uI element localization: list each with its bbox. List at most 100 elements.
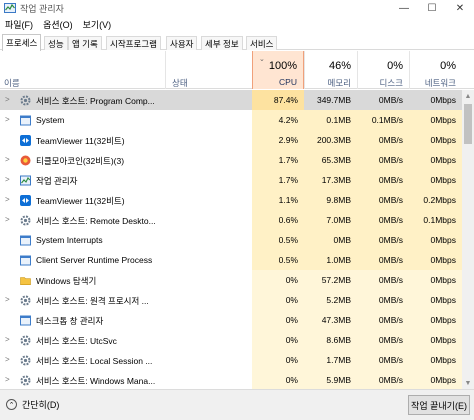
process-cpu: 87.4% [252, 90, 304, 110]
process-name: 서비스 호스트: 원격 프로시저 ... [36, 296, 149, 306]
process-row[interactable]: > 서비스 호스트: Windows Mana... 0% 5.9MB 0MB/s 0Mb… [0, 370, 462, 389]
vertical-scrollbar[interactable]: ▲ ▼ [462, 90, 474, 389]
expand-chevron-icon[interactable]: > [5, 175, 13, 185]
process-memory: 57.2MB [304, 270, 357, 290]
task-manager-icon [20, 175, 31, 186]
process-network: 0.1Mbps [409, 210, 462, 230]
expand-chevron-icon[interactable]: > [5, 195, 13, 205]
process-name: Windows 탐색기 [36, 276, 97, 286]
tab-services[interactable]: 서비스 [246, 36, 278, 50]
process-row[interactable]: TeamViewer 11(32비트) 2.9% 200.3MB 0MB/s 0Mbps [0, 130, 462, 150]
network-total: 0% [440, 60, 456, 72]
process-row[interactable]: System Interrupts 0.5% 0MB 0MB/s 0Mbps [0, 230, 462, 250]
process-row[interactable]: > 티클모아코인(32비트)(3) 1.7% 65.3MB 0MB/s 0Mbps [0, 150, 462, 170]
process-cpu: 0.6% [252, 210, 304, 230]
process-memory: 47.3MB [304, 310, 357, 330]
expand-chevron-icon[interactable]: > [5, 115, 13, 125]
process-memory: 349.7MB [316, 95, 351, 105]
process-row[interactable]: > 서비스 호스트: Program Comp... 87.4% 349.7MB 0MB… [0, 90, 462, 110]
expand-chevron-icon[interactable]: > [5, 95, 13, 105]
process-name: Client Server Runtime Process [36, 255, 153, 265]
expand-chevron-icon[interactable]: > [5, 335, 13, 345]
menu-file[interactable]: 파일(F) [0, 18, 38, 31]
process-row[interactable]: Client Server Runtime Process 0.5% 1.0MB 0M… [0, 250, 462, 270]
tab-details[interactable]: 세부 정보 [201, 36, 243, 50]
process-disk: 0MB/s [357, 190, 409, 210]
expand-chevron-icon[interactable]: > [5, 355, 13, 365]
process-name: 티클모아코인(32비트)(3) [36, 156, 125, 166]
menu-view[interactable]: 보기(V) [78, 18, 117, 31]
process-network: 0.2Mbps [409, 190, 462, 210]
close-button[interactable]: ✕ [446, 0, 474, 16]
process-memory: 0.1MB [304, 110, 357, 130]
scroll-thumb[interactable] [464, 104, 472, 144]
expand-chevron-icon[interactable]: > [5, 295, 13, 305]
window-title: 작업 관리자 [20, 3, 64, 14]
process-memory: 5.2MB [304, 290, 357, 310]
tab-performance[interactable]: 성능 [44, 36, 68, 50]
fewer-details-label: 간단히(D) [22, 400, 60, 410]
tab-app-history[interactable]: 앱 기록 [68, 36, 102, 50]
process-network: 0Mbps [409, 250, 462, 270]
menu-options[interactable]: 옵션(O) [38, 18, 78, 31]
disk-label: 디스크 [379, 78, 403, 88]
teamviewer-icon [20, 195, 31, 206]
process-row[interactable]: Windows 탐색기 0% 57.2MB 0MB/s 0Mbps [0, 270, 462, 290]
process-row[interactable]: 데스크톱 창 관리자 0% 47.3MB 0MB/s 0Mbps [0, 310, 462, 330]
expand-chevron-icon[interactable]: > [5, 375, 13, 385]
process-row[interactable]: > TeamViewer 11(32비트) 1.1% 9.8MB 0MB/s 0.2Mbp… [0, 190, 462, 210]
process-row[interactable]: > 서비스 호스트: UtcSvc 0% 8.6MB 0MB/s 0Mbps [0, 330, 462, 350]
cpu-label: CPU [279, 77, 297, 87]
process-name: 작업 관리자 [36, 176, 78, 186]
process-row[interactable]: > 서비스 호스트: 원격 프로시저 ... 0% 5.2MB 0MB/s 0Mbps [0, 290, 462, 310]
column-network[interactable]: 0% 네트워크 [409, 51, 462, 89]
process-memory: 5.9MB [304, 370, 357, 389]
tab-startup[interactable]: 시작프로그램 [106, 36, 161, 50]
process-cpu: 1.7% [252, 170, 304, 190]
process-row[interactable]: > 서비스 호스트: Local Session ... 0% 1.7MB 0MB/s 0… [0, 350, 462, 370]
title-bar: 작업 관리자 — ☐ ✕ [0, 0, 474, 16]
tab-processes[interactable]: 프로세스 [2, 34, 42, 51]
process-disk: 0MB/s [378, 95, 403, 105]
end-task-button[interactable]: 작업 끝내기(E) [408, 395, 470, 415]
fewer-details-button[interactable]: ⌃ 간단히(D) [6, 398, 59, 411]
process-memory: 0MB [304, 230, 357, 250]
process-name: System Interrupts [36, 235, 103, 245]
expand-chevron-icon[interactable]: > [5, 215, 13, 225]
process-row[interactable]: > System 4.2% 0.1MB 0.1MB/s 0Mbps [0, 110, 462, 130]
app-icon [20, 155, 31, 166]
process-cpu: 1.7% [252, 150, 304, 170]
process-disk: 0MB/s [357, 230, 409, 250]
process-disk: 0MB/s [357, 310, 409, 330]
disk-total: 0% [387, 60, 403, 72]
window-icon [20, 115, 31, 126]
maximize-button[interactable]: ☐ [418, 0, 446, 16]
process-network: 0Mbps [409, 110, 462, 130]
process-network: 0Mbps [430, 95, 456, 105]
scroll-down-icon[interactable]: ▼ [462, 377, 474, 389]
process-network: 0Mbps [409, 330, 462, 350]
column-memory[interactable]: 46% 메모리 [304, 51, 357, 89]
process-network: 0Mbps [409, 170, 462, 190]
column-status[interactable]: 상태 [165, 51, 252, 89]
column-disk[interactable]: 0% 디스크 [357, 51, 409, 89]
process-name: 서비스 호스트: UtcSvc [36, 336, 117, 346]
process-cpu: 0.5% [252, 250, 304, 270]
expand-chevron-icon[interactable]: > [5, 155, 13, 165]
process-disk: 0MB/s [357, 330, 409, 350]
process-row[interactable]: > 작업 관리자 1.7% 17.3MB 0MB/s 0Mbps [0, 170, 462, 190]
tab-users[interactable]: 사용자 [166, 36, 198, 50]
teamviewer-icon [20, 135, 31, 146]
scroll-up-icon[interactable]: ▲ [462, 90, 474, 102]
process-name: 서비스 호스트: Remote Deskto... [36, 216, 156, 226]
process-network: 0Mbps [409, 370, 462, 389]
process-row[interactable]: > 서비스 호스트: Remote Deskto... 0.6% 7.0MB 0MB/s… [0, 210, 462, 230]
column-cpu[interactable]: ⌄ 100% CPU [252, 51, 304, 89]
minimize-button[interactable]: — [390, 0, 418, 16]
process-network: 0Mbps [409, 130, 462, 150]
process-disk: 0MB/s [357, 130, 409, 150]
column-name[interactable]: 이름 [0, 51, 165, 89]
chevron-up-icon: ⌃ [6, 399, 17, 410]
sort-down-icon: ⌄ [259, 56, 265, 63]
window-icon [20, 315, 31, 326]
